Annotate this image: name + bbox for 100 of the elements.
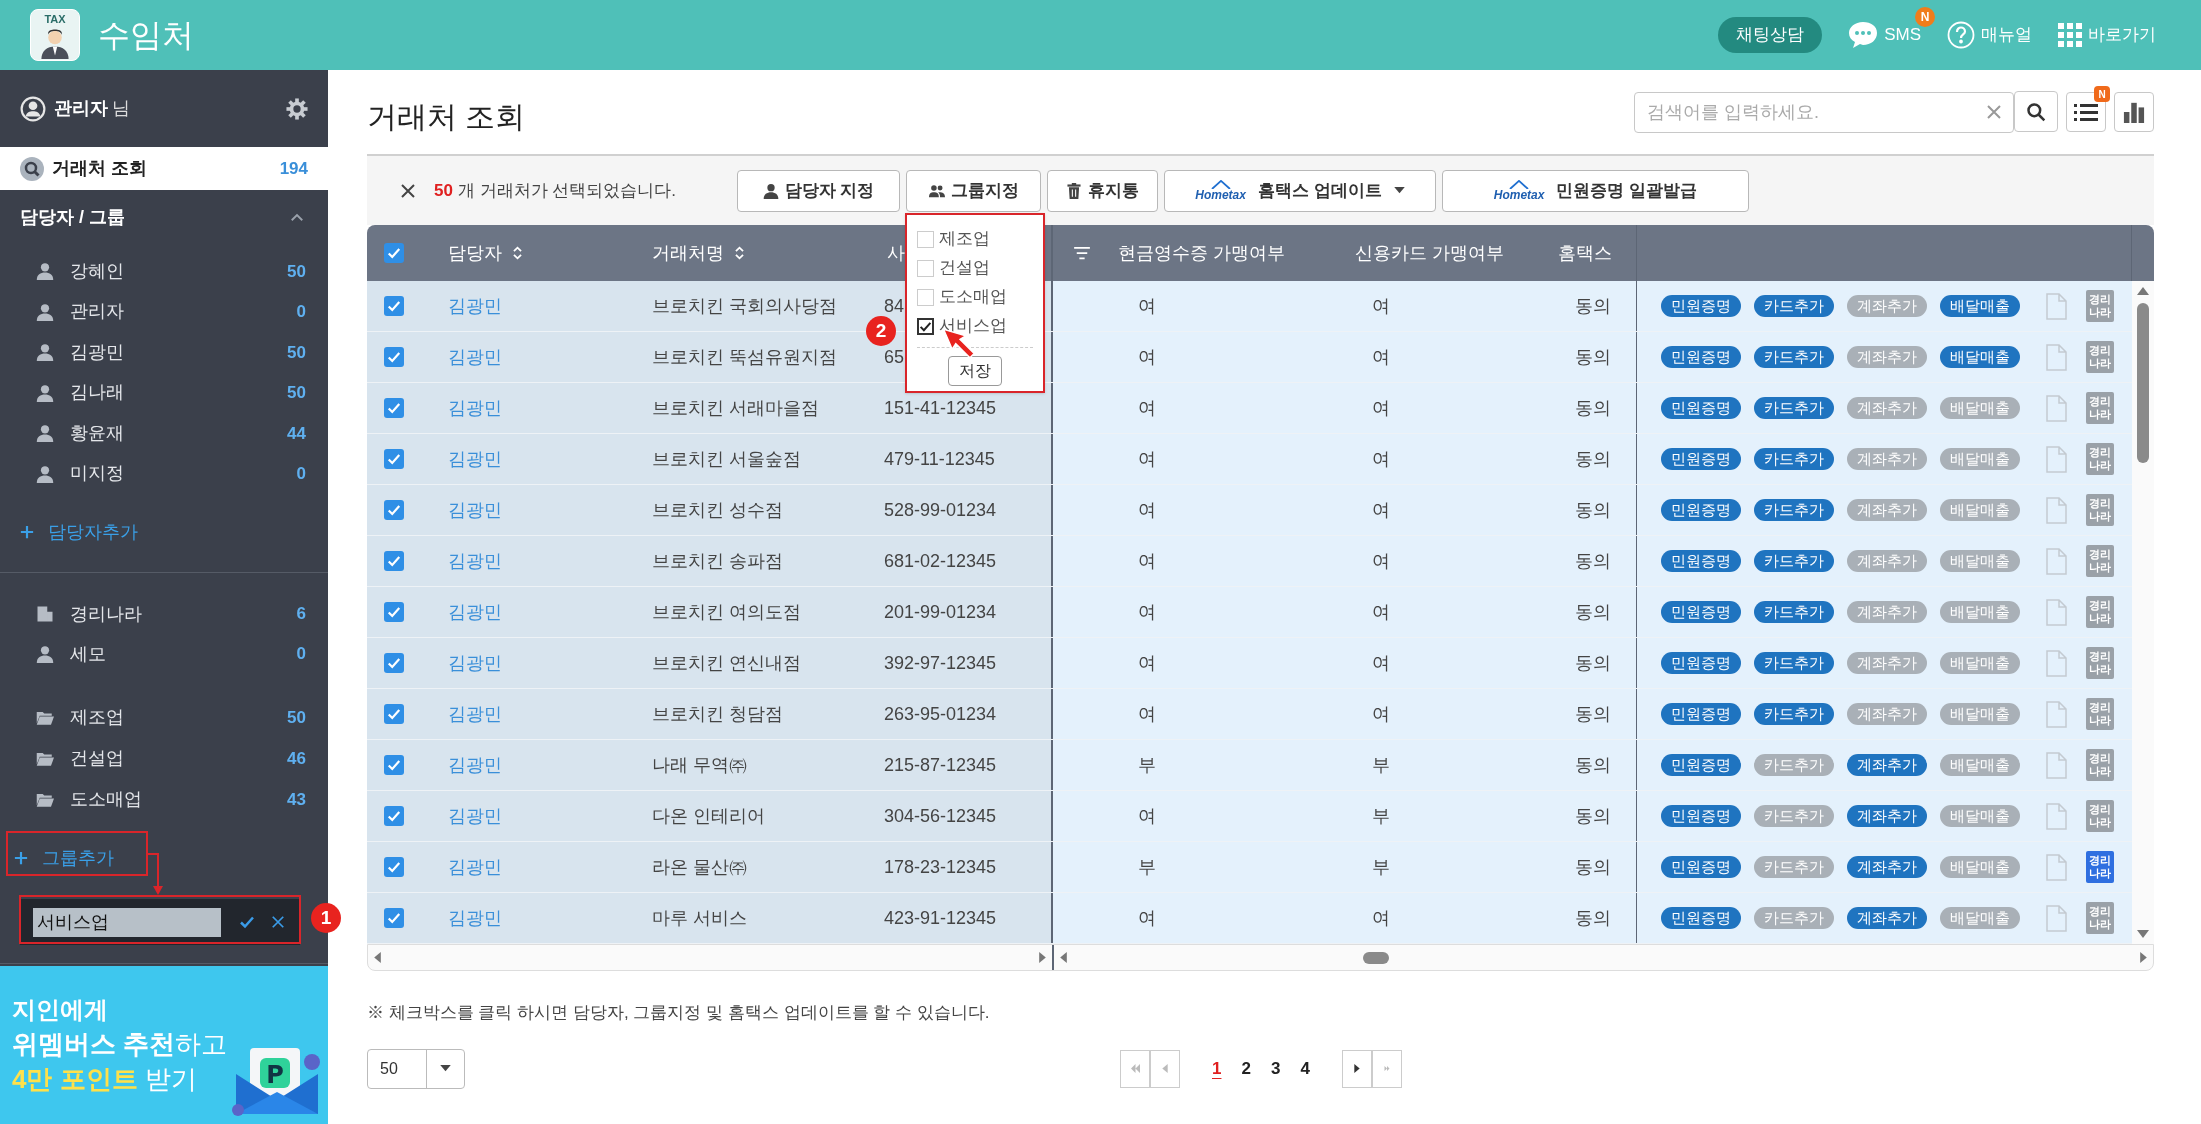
- service-tag[interactable]: 카드추가: [1754, 703, 1834, 725]
- manager-link[interactable]: 김광민: [448, 496, 502, 524]
- sidebar-item[interactable]: 건설업 46: [0, 738, 328, 779]
- service-tag[interactable]: 민원증명: [1661, 397, 1741, 419]
- service-tag[interactable]: 민원증명: [1661, 601, 1741, 623]
- service-tag[interactable]: 배달매출: [1940, 295, 2020, 317]
- toolbar-button[interactable]: Hometax 홈택스 업데이트: [1164, 169, 1436, 212]
- row-checkbox[interactable]: [383, 551, 404, 571]
- gyeongni-logo[interactable]: 경리나라: [2086, 545, 2114, 577]
- toolbar-button[interactable]: Hometax 민원증명 일괄발급: [1442, 169, 1749, 212]
- service-tag[interactable]: 민원증명: [1661, 499, 1741, 521]
- page-number[interactable]: 4: [1298, 1055, 1312, 1082]
- sidebar-item[interactable]: 관리자 0: [0, 291, 328, 332]
- table-row[interactable]: 김광민 브로치킨 청담점 263-95-01234 여 여 동의 민원증명 카드추가 계좌추가 배달매출 경리나라: [367, 689, 2132, 740]
- row-checkbox[interactable]: [383, 653, 404, 673]
- manager-link[interactable]: 김광민: [448, 598, 502, 626]
- search-button[interactable]: [2014, 91, 2058, 132]
- scroll-right-icon[interactable]: [1039, 952, 1046, 963]
- row-checkbox[interactable]: [383, 857, 404, 877]
- sidebar-item[interactable]: 강혜인 50: [0, 251, 328, 292]
- settings-icon[interactable]: [286, 97, 308, 120]
- page-number[interactable]: 2: [1239, 1055, 1253, 1082]
- clear-icon[interactable]: [1986, 103, 2002, 120]
- gyeongni-logo[interactable]: 경리나라: [2086, 341, 2114, 373]
- group-option[interactable]: 건설업: [917, 253, 1043, 283]
- table-row[interactable]: 김광민 브로치킨 송파점 681-02-12345 여 여 동의 민원증명 카드추가 계좌추가 배달매출 경리나라: [367, 536, 2132, 587]
- table-row[interactable]: 김광민 브로치킨 연신내점 392-97-12345 여 여 동의 민원증명 카드추가 계좌추가 배달매출 경리나라: [367, 638, 2132, 689]
- service-tag[interactable]: 민원증명: [1661, 448, 1741, 470]
- gyeongni-logo[interactable]: 경리나라: [2086, 749, 2114, 781]
- service-tag[interactable]: 계좌추가: [1847, 805, 1927, 827]
- service-tag[interactable]: 카드추가: [1754, 295, 1834, 317]
- row-checkbox[interactable]: [383, 398, 404, 418]
- service-tag[interactable]: 카드추가: [1754, 652, 1834, 674]
- gyeongni-logo[interactable]: 경리나라: [2086, 698, 2114, 730]
- sidebar-item[interactable]: 김나래 50: [0, 372, 328, 413]
- service-tag[interactable]: 민원증명: [1661, 754, 1741, 776]
- filter-icon[interactable]: [1072, 246, 1091, 260]
- service-tag[interactable]: 계좌추가: [1847, 856, 1927, 878]
- manager-link[interactable]: 김광민: [448, 853, 502, 881]
- manager-link[interactable]: 김광민: [448, 802, 502, 830]
- manager-link[interactable]: 김광민: [448, 751, 502, 779]
- promo-banner[interactable]: 지인에게 위멤버스 추천하고 4만 포인트 받기 P: [0, 966, 328, 1124]
- first-page-button[interactable]: [1120, 1049, 1150, 1088]
- row-checkbox[interactable]: [383, 296, 404, 316]
- chart-view-button[interactable]: [2114, 92, 2154, 132]
- gyeongni-logo[interactable]: 경리나라: [2086, 443, 2114, 475]
- service-tag[interactable]: 카드추가: [1754, 499, 1834, 521]
- toolbar-button[interactable]: 담당자 지정: [737, 169, 900, 212]
- row-checkbox[interactable]: [383, 755, 404, 775]
- service-tag[interactable]: 카드추가: [1754, 550, 1834, 572]
- service-tag[interactable]: 카드추가: [1754, 448, 1834, 470]
- page-number[interactable]: 1: [1210, 1055, 1224, 1082]
- sidebar-item[interactable]: 황윤재 44: [0, 413, 328, 454]
- gyeongni-logo[interactable]: 경리나라: [2086, 902, 2114, 934]
- manager-link[interactable]: 김광민: [448, 445, 502, 473]
- column-header[interactable]: 담당자: [448, 239, 523, 267]
- gyeongni-logo[interactable]: 경리나라: [2086, 647, 2114, 679]
- manager-link[interactable]: 김광민: [448, 394, 502, 422]
- select-all-checkbox[interactable]: [383, 243, 404, 263]
- column-header[interactable]: 거래처명: [652, 239, 745, 267]
- scroll-thumb[interactable]: [1363, 951, 1389, 964]
- service-tag[interactable]: 민원증명: [1661, 703, 1741, 725]
- table-row[interactable]: 김광민 브로치킨 성수점 528-99-01234 여 여 동의 민원증명 카드추가 계좌추가 배달매출 경리나라: [367, 485, 2132, 536]
- row-checkbox[interactable]: [383, 806, 404, 826]
- service-tag[interactable]: 민원증명: [1661, 550, 1741, 572]
- manager-link[interactable]: 김광민: [448, 547, 502, 575]
- gyeongni-logo[interactable]: 경리나라: [2086, 494, 2114, 526]
- scroll-up-icon[interactable]: [2137, 287, 2149, 295]
- scroll-left-icon[interactable]: [1060, 952, 1067, 963]
- manager-link[interactable]: 김광민: [448, 904, 502, 932]
- gyeongni-logo[interactable]: 경리나라: [2086, 392, 2114, 424]
- table-row[interactable]: 김광민 마루 서비스 423-91-12345 여 여 동의 민원증명 카드추가 계좌추가 배달매출 경리나라: [367, 893, 2132, 944]
- sidebar-item[interactable]: 제조업 50: [0, 697, 328, 738]
- close-icon[interactable]: [400, 182, 416, 199]
- row-checkbox[interactable]: [383, 704, 404, 724]
- service-tag[interactable]: 계좌추가: [1847, 907, 1927, 929]
- gyeongni-logo[interactable]: 경리나라: [2086, 800, 2114, 832]
- service-tag[interactable]: 민원증명: [1661, 907, 1741, 929]
- add-manager-link[interactable]: 담당자추가: [0, 512, 328, 552]
- group-name-input[interactable]: 서비스업: [33, 907, 221, 937]
- checkbox[interactable]: [917, 317, 934, 335]
- service-tag[interactable]: 민원증명: [1661, 805, 1741, 827]
- sidebar-item[interactable]: 도소매업 43: [0, 779, 328, 820]
- nav-item[interactable]: 거래처 조회 194: [0, 147, 328, 190]
- service-tag[interactable]: 계좌추가: [1847, 754, 1927, 776]
- sidebar-item[interactable]: 세모 0: [0, 634, 328, 674]
- group-option[interactable]: 도소매업: [917, 282, 1043, 312]
- scroll-down-icon[interactable]: [2137, 930, 2149, 938]
- confirm-check-icon[interactable]: [239, 914, 255, 930]
- table-row[interactable]: 김광민 브로치킨 여의도점 201-99-01234 여 여 동의 민원증명 카드추가 계좌추가 배달매출 경리나라: [367, 587, 2132, 638]
- toolbar-button[interactable]: 휴지통: [1047, 169, 1158, 212]
- scroll-right-icon[interactable]: [2140, 952, 2147, 963]
- row-checkbox[interactable]: [383, 602, 404, 622]
- table-row[interactable]: 김광민 브로치킨 서래마을점 151-41-12345 여 여 동의 민원증명 카드추가 계좌추가 배달매출 경리나라: [367, 383, 2132, 434]
- cancel-icon[interactable]: [271, 915, 285, 929]
- gyeongni-logo[interactable]: 경리나라: [2086, 851, 2114, 883]
- save-button[interactable]: 저장: [948, 355, 1002, 386]
- scroll-left-icon[interactable]: [374, 952, 381, 963]
- row-checkbox[interactable]: [383, 500, 404, 520]
- service-tag[interactable]: 카드추가: [1754, 601, 1834, 623]
